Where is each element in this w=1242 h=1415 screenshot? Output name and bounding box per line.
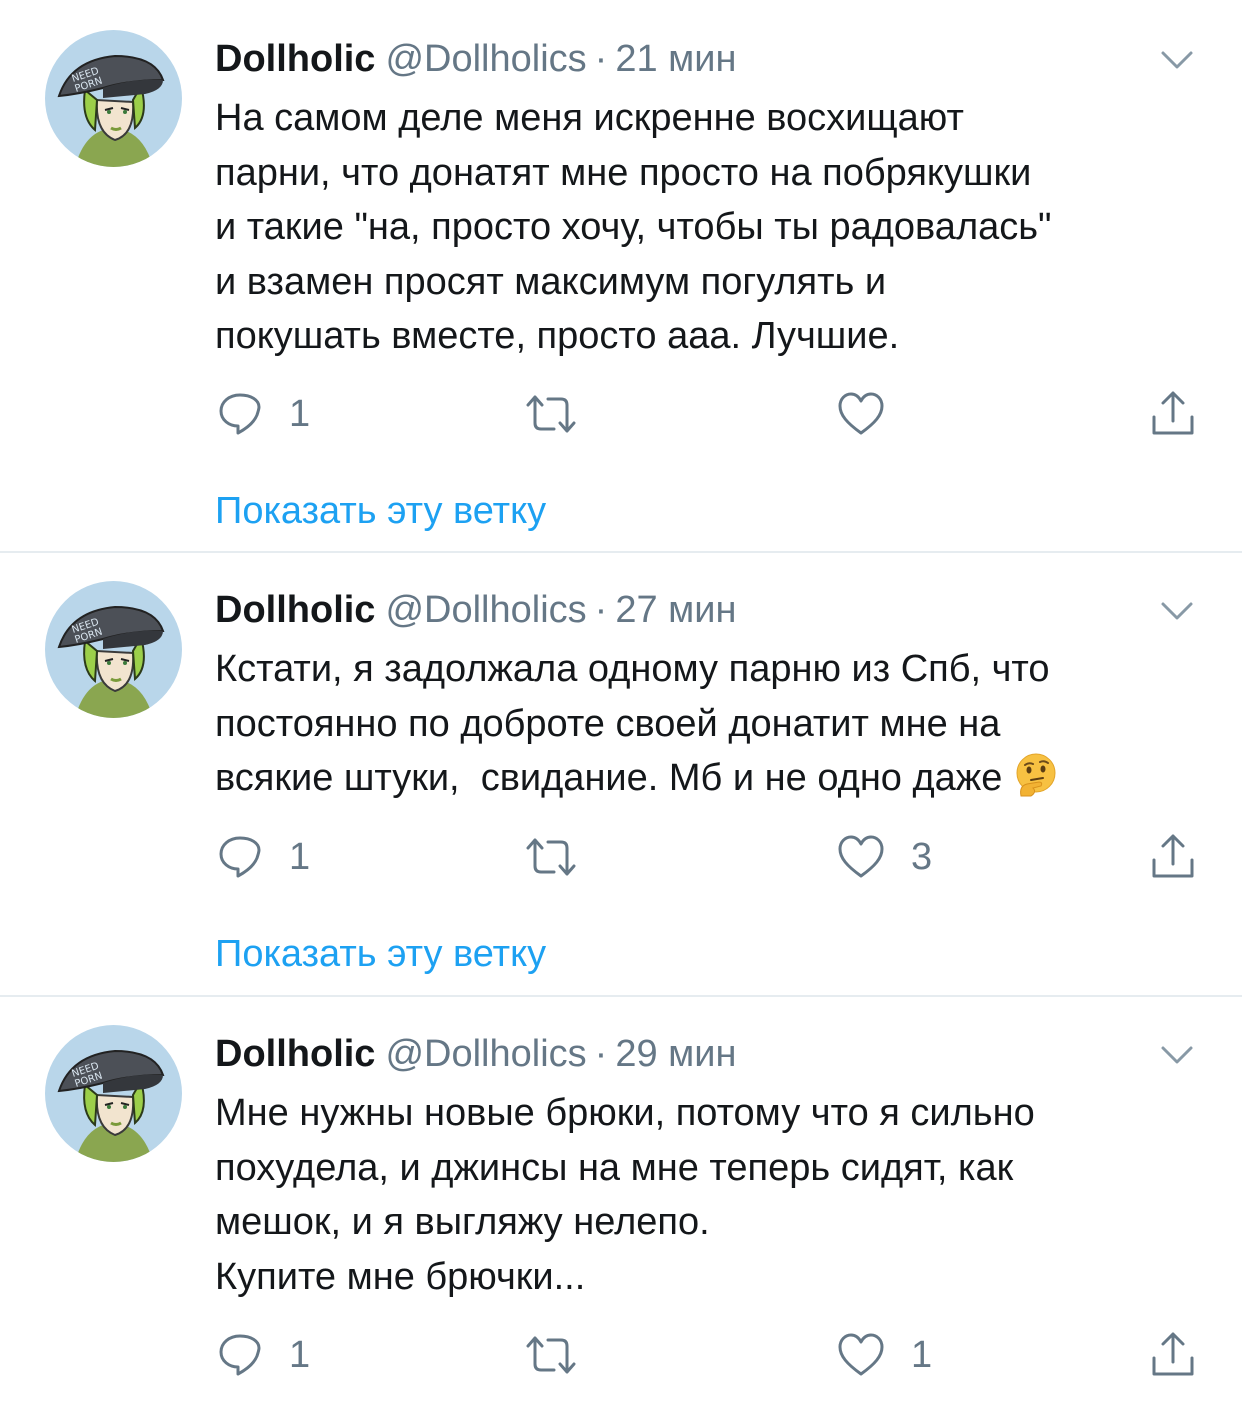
- avatar[interactable]: NEED PORN: [45, 30, 182, 167]
- like-button[interactable]: [837, 389, 885, 439]
- separator-dot: ·: [594, 38, 608, 80]
- reply-button[interactable]: 1: [217, 389, 310, 439]
- chevron-down-icon[interactable]: [1157, 45, 1197, 75]
- like-button[interactable]: 1: [837, 1330, 932, 1380]
- like-button[interactable]: 3: [837, 832, 932, 882]
- display-name[interactable]: Dollholic: [215, 589, 375, 631]
- reply-button[interactable]: 1: [217, 1330, 310, 1380]
- display-name[interactable]: Dollholic: [215, 1033, 375, 1075]
- show-thread-link[interactable]: Показать эту ветку: [215, 484, 546, 538]
- chevron-down-icon[interactable]: [1157, 1040, 1197, 1070]
- display-name[interactable]: Dollholic: [215, 38, 375, 80]
- tweet-text: Мне нужны новые брюки, потому что я силь…: [215, 1092, 1035, 1298]
- like-icon: [838, 1333, 884, 1376]
- tweet-text: Кстати, я задолжала одному парню из Спб,…: [215, 642, 1215, 806]
- chevron-down-icon[interactable]: [1157, 596, 1197, 626]
- thinking-face-emoji: [1016, 753, 1056, 797]
- tweet[interactable]: NEED PORN Dollholic @Dollholics · 21 мин На…: [0, 0, 1242, 551]
- tweet[interactable]: NEED PORN Dollholic @Dollholics · 27 мин Кс…: [0, 553, 1242, 995]
- retweet-button[interactable]: [524, 832, 578, 882]
- share-button[interactable]: [1150, 389, 1196, 439]
- avatar[interactable]: NEED PORN: [45, 581, 182, 718]
- user-handle[interactable]: @Dollholics: [385, 589, 586, 631]
- user-handle[interactable]: @Dollholics: [385, 1033, 586, 1075]
- share-icon: [1152, 391, 1194, 435]
- tweet-header: Dollholic @Dollholics · 29 мин: [215, 1024, 736, 1084]
- reply-icon: [219, 836, 261, 878]
- share-icon: [1152, 834, 1194, 878]
- retweet-button[interactable]: [524, 389, 578, 439]
- share-button[interactable]: [1150, 832, 1196, 882]
- tweet-text-body: Кстати, я задолжала одному парню из Спб,…: [215, 648, 1050, 799]
- avatar[interactable]: NEED PORN: [45, 1025, 182, 1162]
- tweet-header: Dollholic @Dollholics · 21 мин: [215, 29, 736, 89]
- retweet-icon: [526, 1336, 576, 1374]
- separator-dot: ·: [594, 589, 608, 631]
- retweet-icon: [526, 838, 576, 876]
- like-icon: [838, 835, 884, 878]
- like-count: 3: [911, 836, 933, 878]
- retweet-icon: [526, 395, 576, 433]
- timestamp[interactable]: 21 мин: [615, 38, 736, 80]
- tweet-text: На самом деле меня искренне восхищают па…: [215, 97, 1052, 357]
- share-button[interactable]: [1150, 1330, 1196, 1380]
- reply-icon: [219, 393, 261, 435]
- share-icon: [1152, 1332, 1194, 1376]
- reply-count: 1: [289, 393, 311, 435]
- show-thread-link[interactable]: Показать эту ветку: [215, 927, 546, 981]
- like-count: 1: [911, 1334, 933, 1376]
- reply-count: 1: [289, 1334, 311, 1376]
- retweet-button[interactable]: [524, 1330, 578, 1380]
- timestamp[interactable]: 27 мин: [615, 589, 736, 631]
- tweet[interactable]: NEED PORN Dollholic @Dollholics · 29 мин Мн…: [0, 997, 1242, 1415]
- like-icon: [838, 392, 884, 435]
- reply-button[interactable]: 1: [217, 832, 310, 882]
- timestamp[interactable]: 29 мин: [615, 1033, 736, 1075]
- reply-count: 1: [289, 836, 311, 878]
- reply-icon: [219, 1334, 261, 1376]
- tweet-header: Dollholic @Dollholics · 27 мин: [215, 580, 736, 640]
- separator-dot: ·: [594, 1033, 608, 1075]
- user-handle[interactable]: @Dollholics: [385, 38, 586, 80]
